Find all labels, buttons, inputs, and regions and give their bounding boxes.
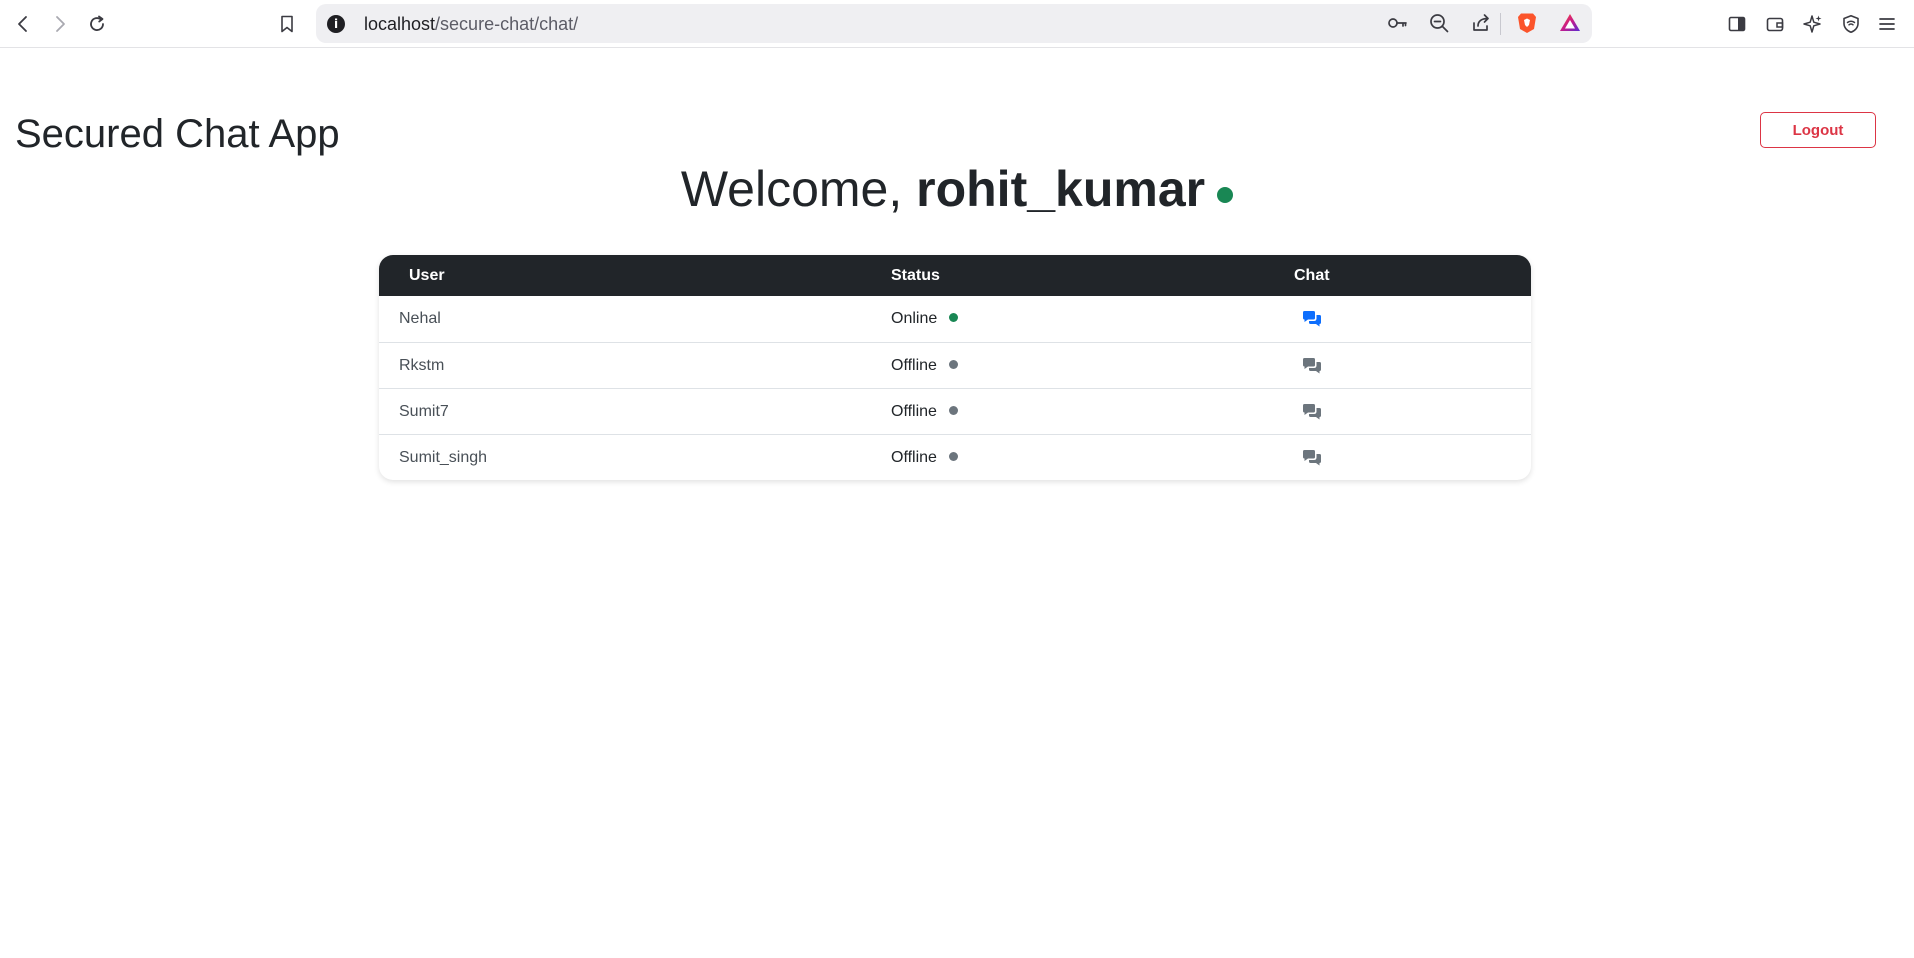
vpn-shield-icon[interactable] <box>1835 8 1867 40</box>
bookmark-icon[interactable] <box>271 8 303 40</box>
chat-icon[interactable] <box>1301 310 1323 328</box>
online-status-dot <box>1217 186 1234 203</box>
row-status: Offline <box>891 357 958 375</box>
url-path: /secure-chat/chat/ <box>435 14 579 34</box>
table-header: User Status Chat <box>379 255 1531 296</box>
menu-icon[interactable] <box>1871 8 1903 40</box>
status-dot <box>948 405 958 415</box>
wallet-icon[interactable] <box>1759 8 1791 40</box>
row-status-label: Offline <box>891 448 937 466</box>
row-status-label: Online <box>891 310 938 327</box>
back-icon[interactable] <box>7 8 39 40</box>
row-status-label: Offline <box>891 402 937 420</box>
url-host: localhost <box>364 14 436 34</box>
status-dot <box>948 359 958 369</box>
header-user: User <box>409 266 445 284</box>
browser-toolbar: i localhost/secure-chat/chat/ <box>0 0 1914 48</box>
url-text[interactable]: localhost/secure-chat/chat/ <box>364 14 578 35</box>
users-table: User Status Chat Nehal Online Rkstm Offline… <box>379 255 1531 480</box>
current-username: rohit_kumar <box>916 161 1206 217</box>
chat-icon[interactable] <box>1301 357 1323 375</box>
table-row: Sumit7 Offline <box>379 388 1531 434</box>
status-dot <box>948 451 958 461</box>
table-row: Rkstm Offline <box>379 342 1531 388</box>
row-status: Online <box>891 310 959 328</box>
site-info-icon[interactable]: i <box>327 15 345 33</box>
row-username: Sumit7 <box>399 402 449 420</box>
address-bar[interactable]: i localhost/secure-chat/chat/ <box>316 4 1592 43</box>
row-username: Sumit_singh <box>399 448 488 466</box>
row-username: Rkstm <box>399 356 445 374</box>
brave-rewards-icon[interactable] <box>1555 8 1585 38</box>
row-status: Offline <box>891 449 958 467</box>
table-row: Nehal Online <box>379 296 1531 342</box>
url-divider <box>1500 13 1501 35</box>
app-title: Secured Chat App <box>15 112 340 156</box>
welcome-prefix: Welcome, <box>680 161 917 217</box>
status-dot <box>949 313 959 323</box>
welcome-heading: Welcome, rohit_kumar <box>0 158 1914 220</box>
row-status-label: Offline <box>891 356 937 374</box>
reload-icon[interactable] <box>81 8 113 40</box>
share-icon[interactable] <box>1466 8 1496 38</box>
header-status: Status <box>891 266 940 284</box>
brave-shield-icon[interactable] <box>1512 8 1542 38</box>
row-username: Nehal <box>399 310 441 327</box>
leo-ai-icon[interactable] <box>1797 8 1829 40</box>
zoom-out-icon[interactable] <box>1424 8 1454 38</box>
logout-button[interactable]: Logout <box>1760 112 1876 148</box>
table-body: Nehal Online Rkstm Offline Sumit7 Offline Sumi… <box>379 296 1531 480</box>
chat-icon[interactable] <box>1301 403 1323 421</box>
row-status: Offline <box>891 403 958 421</box>
chat-icon[interactable] <box>1301 449 1323 467</box>
table-row: Sumit_singh Offline <box>379 434 1531 480</box>
key-icon[interactable] <box>1382 8 1412 38</box>
forward-icon[interactable] <box>44 8 76 40</box>
header-chat: Chat <box>1294 266 1330 284</box>
sidebar-icon[interactable] <box>1721 8 1753 40</box>
